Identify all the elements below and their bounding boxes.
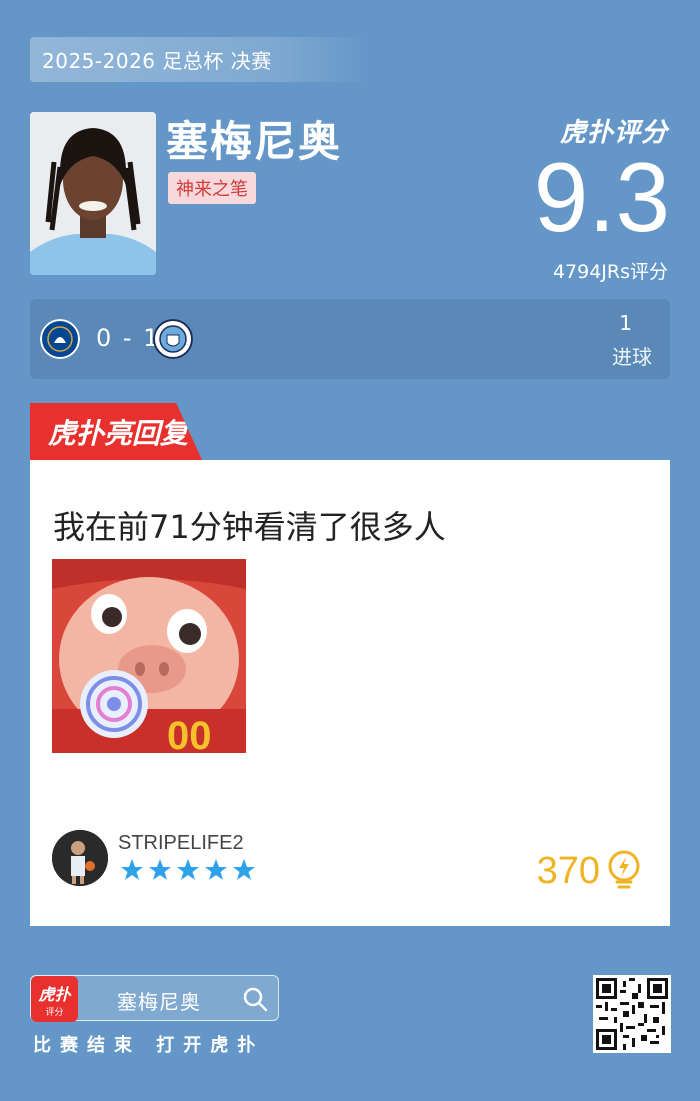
- search-icon[interactable]: [242, 986, 268, 1012]
- hupu-search-box[interactable]: 虎扑 评分 塞梅尼奥: [30, 975, 279, 1022]
- star-icon: [233, 859, 255, 880]
- match-score: 0 - 1: [96, 324, 161, 352]
- user-rating-stars: [120, 858, 256, 882]
- star-icon: [205, 859, 227, 880]
- likes-count: 370: [536, 850, 600, 892]
- highlight-reply-logo: 虎扑亮回复: [30, 403, 202, 460]
- lightbulb-icon[interactable]: [606, 850, 642, 892]
- star-icon: [177, 859, 199, 880]
- star-icon: [149, 859, 171, 880]
- reply-text: 我在前71分钟看清了很多人: [53, 508, 446, 546]
- user-avatar[interactable]: [52, 830, 108, 886]
- reply-sticker-image: 00: [52, 559, 246, 753]
- svg-text:00: 00: [167, 714, 212, 753]
- hupu-app-icon[interactable]: 虎扑 评分: [31, 976, 78, 1022]
- manchester-city-badge-icon: [153, 319, 193, 359]
- match-score-bar: 0 - 1 1 进球: [30, 299, 670, 379]
- goals-value: 1: [619, 311, 632, 335]
- app-icon-sublabel: 评分: [45, 1007, 64, 1018]
- competition-banner: 2025-2026 足总杯 决赛: [30, 37, 370, 82]
- rating-score: 9.3: [533, 142, 670, 252]
- footer-caption: 比赛结束 打开虎扑: [33, 1035, 265, 1056]
- search-query-text: 塞梅尼奥: [117, 990, 201, 1014]
- player-photo: [30, 112, 156, 275]
- app-icon-label: 虎扑: [38, 984, 71, 1004]
- reply-card: 我在前71分钟看清了很多人 00 STRIPELIFE2 370: [30, 460, 670, 926]
- username[interactable]: STRIPELIFE2: [118, 832, 244, 855]
- chelsea-badge-icon: [40, 319, 80, 359]
- player-tag-badge: 神来之笔: [168, 172, 256, 204]
- goals-label: 进球: [612, 345, 652, 369]
- player-name: 塞梅尼奥: [166, 117, 343, 166]
- rating-count: 4794JRs评分: [552, 261, 668, 283]
- star-icon: [121, 859, 143, 880]
- qr-code[interactable]: [593, 975, 671, 1053]
